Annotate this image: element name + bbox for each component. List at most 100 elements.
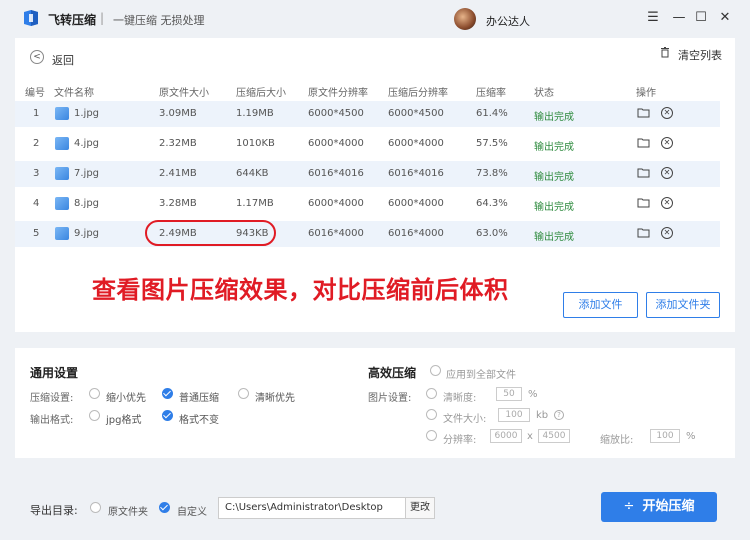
folder-icon[interactable]: [637, 107, 650, 119]
row-comp-res: 6016*4016: [388, 168, 444, 179]
row-comp-size: 1010KB: [236, 138, 275, 149]
output-path-input[interactable]: C:\Users\Administrator\Desktop: [218, 497, 406, 519]
option-normal-compress[interactable]: 普通压缩: [179, 389, 219, 404]
row-orig-size: 2.32MB: [159, 138, 197, 149]
add-folder-button[interactable]: 添加文件夹: [646, 292, 720, 318]
scale-label: 缩放比:: [600, 435, 634, 446]
image-icon: [55, 137, 69, 150]
clarity-input[interactable]: 50: [496, 387, 522, 401]
radio-orig-folder[interactable]: [90, 502, 101, 513]
username[interactable]: 办公达人: [486, 13, 530, 29]
filesize-input[interactable]: 100: [498, 408, 530, 422]
clear-list-button[interactable]: 清空列表: [678, 47, 722, 63]
resolution-x: x: [527, 431, 533, 442]
radio-clarity-first[interactable]: [238, 388, 249, 399]
option-keep-format[interactable]: 格式不变: [179, 411, 219, 426]
row-status: 输出完成: [534, 172, 574, 183]
remove-icon[interactable]: ✕: [661, 107, 673, 119]
app-subtitle: 一键压缩 无损处理: [113, 14, 205, 27]
row-comp-res: 6000*4000: [388, 198, 444, 209]
row-orig-res: 6016*4000: [308, 228, 364, 239]
back-arrow-icon[interactable]: <: [30, 50, 44, 64]
row-status: 输出完成: [534, 112, 574, 123]
scale-input[interactable]: 100: [650, 429, 680, 443]
row-rate: 64.3%: [476, 198, 508, 209]
option-shrink-first[interactable]: 缩小优先: [106, 389, 146, 404]
remove-icon[interactable]: ✕: [661, 137, 673, 149]
option-custom-folder[interactable]: 自定义: [177, 503, 207, 518]
row-status: 输出完成: [534, 232, 574, 243]
table-row[interactable]: 4 8.jpg 3.28MB 1.17MB 6000*4000 6000*400…: [15, 191, 720, 217]
folder-icon[interactable]: [637, 167, 650, 179]
maximize-icon[interactable]: ☐: [692, 9, 710, 27]
row-comp-size: 644KB: [236, 168, 269, 179]
resolution-width-input[interactable]: 6000: [490, 429, 522, 443]
table-row[interactable]: 1 1.jpg 3.09MB 1.19MB 6000*4500 6000*450…: [15, 101, 720, 127]
remove-icon[interactable]: ✕: [661, 227, 673, 239]
menu-icon[interactable]: ☰: [644, 9, 662, 27]
radio-filesize[interactable]: [426, 409, 437, 420]
help-icon[interactable]: ?: [554, 410, 564, 420]
row-orig-size: 2.41MB: [159, 168, 197, 179]
annotation-caption: 查看图片压缩效果，对比压缩前后体积: [92, 276, 509, 304]
header-orig-size: 原文件大小: [159, 88, 209, 99]
row-rate: 73.8%: [476, 168, 508, 179]
add-file-button[interactable]: 添加文件: [563, 292, 638, 318]
radio-resolution[interactable]: [426, 430, 437, 441]
app-logo-icon: [24, 10, 38, 26]
option-jpg-format[interactable]: jpg格式: [106, 411, 141, 426]
row-name: 1.jpg: [74, 108, 100, 119]
radio-apply-all[interactable]: [430, 365, 441, 376]
change-path-button[interactable]: 更改: [405, 497, 435, 519]
row-comp-size: 1.19MB: [236, 108, 274, 119]
header-rate: 压缩率: [476, 88, 506, 99]
trash-icon[interactable]: [660, 47, 670, 58]
option-apply-all[interactable]: 应用到全部文件: [446, 366, 516, 381]
table-row[interactable]: 3 7.jpg 2.41MB 644KB 6016*4016 6016*4016…: [15, 161, 720, 187]
row-name: 7.jpg: [74, 168, 100, 179]
option-clarity-first[interactable]: 清晰优先: [255, 389, 295, 404]
table-header: 编号 文件名称 原文件大小 压缩后大小 原文件分辨率 压缩后分辨率 压缩率 状态…: [15, 80, 735, 100]
header-no: 编号: [25, 88, 45, 99]
clarity-unit: %: [528, 389, 538, 400]
header-status: 状态: [534, 88, 554, 99]
row-no: 5: [33, 228, 40, 239]
radio-shrink-first[interactable]: [89, 388, 100, 399]
remove-icon[interactable]: ✕: [661, 197, 673, 209]
start-compress-label: 开始压缩: [642, 499, 695, 514]
advanced-settings-title: 高效压缩: [368, 366, 417, 380]
row-rate: 61.4%: [476, 108, 508, 119]
header-name: 文件名称: [54, 88, 94, 99]
folder-icon[interactable]: [637, 137, 650, 149]
radio-normal-compress[interactable]: [162, 388, 173, 399]
row-status: 输出完成: [534, 202, 574, 213]
table-row[interactable]: 5 9.jpg 2.49MB 943KB 6016*4000 6016*4000…: [15, 221, 720, 247]
radio-custom-folder[interactable]: [159, 502, 170, 513]
row-no: 3: [33, 168, 40, 179]
row-comp-res: 6016*4000: [388, 228, 444, 239]
header-comp-size: 压缩后大小: [236, 88, 286, 99]
folder-icon[interactable]: [637, 197, 650, 209]
output-format-label: 输出格式:: [30, 415, 74, 426]
remove-icon[interactable]: ✕: [661, 167, 673, 179]
user-avatar[interactable]: [454, 8, 476, 30]
image-icon: [55, 167, 69, 180]
table-row[interactable]: 2 4.jpg 2.32MB 1010KB 6000*4000 6000*400…: [15, 131, 720, 157]
scale-unit: %: [686, 431, 696, 442]
minimize-icon[interactable]: —: [670, 9, 688, 27]
back-button[interactable]: 返回: [52, 52, 74, 68]
close-icon[interactable]: ✕: [716, 9, 734, 27]
general-settings-title: 通用设置: [30, 366, 79, 380]
app-name: 飞转压缩: [48, 13, 97, 27]
row-rate: 63.0%: [476, 228, 508, 239]
start-compress-button[interactable]: ÷ 开始压缩: [601, 492, 717, 522]
radio-clarity[interactable]: [426, 388, 437, 399]
option-orig-folder[interactable]: 原文件夹: [108, 503, 148, 518]
resolution-height-input[interactable]: 4500: [538, 429, 570, 443]
folder-icon[interactable]: [637, 227, 650, 239]
radio-keep-format[interactable]: [162, 410, 173, 421]
radio-jpg-format[interactable]: [89, 410, 100, 421]
resolution-label: 分辨率:: [443, 435, 477, 446]
filesize-label: 文件大小:: [443, 414, 487, 425]
row-name: 8.jpg: [74, 198, 100, 209]
